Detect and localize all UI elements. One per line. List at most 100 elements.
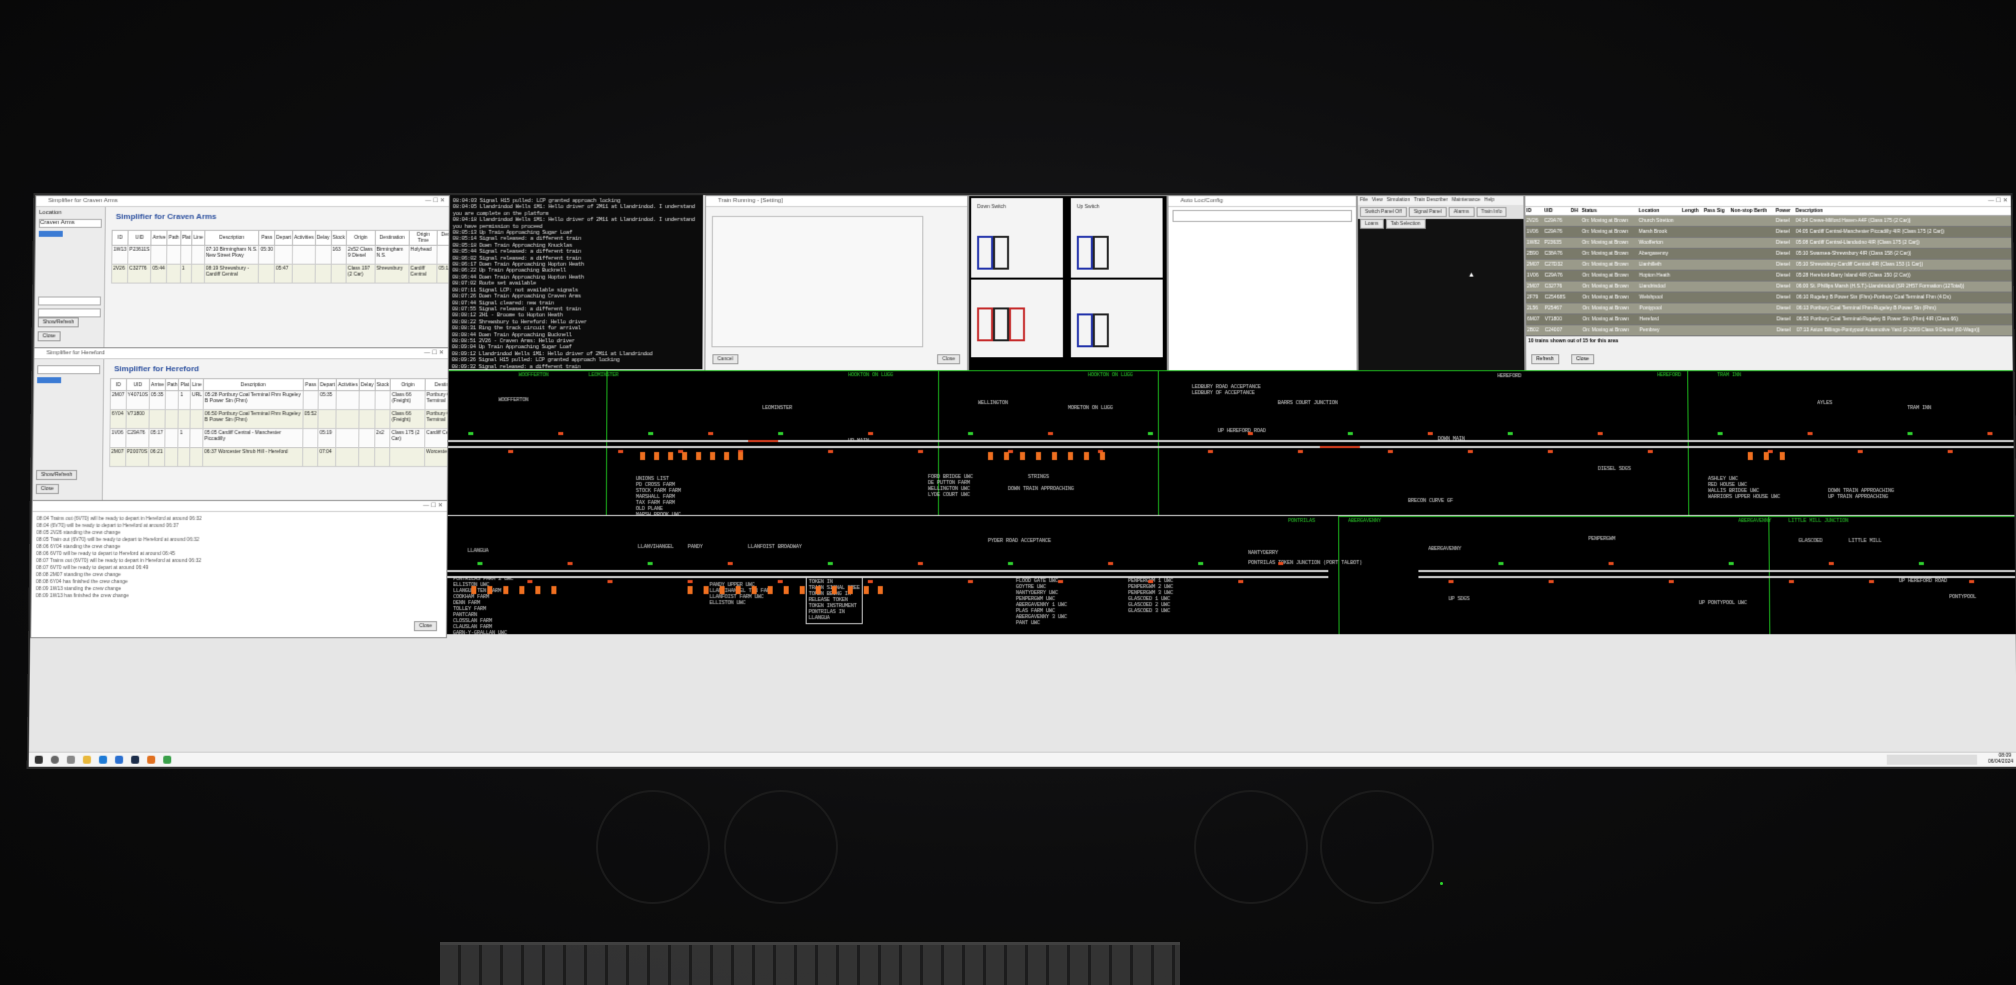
window-titlebar[interactable]: Simplifier for Hereford — ☐ ✕ bbox=[34, 348, 447, 359]
table-row[interactable]: 1W13 P23611S 07:10 Birmingham N.S. New Str… bbox=[112, 245, 450, 264]
signal-red[interactable] bbox=[527, 580, 532, 583]
column-header[interactable]: Pass Sig bbox=[1703, 207, 1730, 215]
token-instrument-red[interactable] bbox=[977, 307, 993, 341]
folder-icon[interactable] bbox=[83, 756, 91, 764]
table-row[interactable]: 1V06 C29A76 On: Moving at Brown Hopton Heat… bbox=[1526, 270, 2013, 281]
signal-red[interactable] bbox=[1388, 450, 1393, 453]
token-instrument-red[interactable] bbox=[1009, 307, 1025, 341]
show-refresh-button[interactable]: Show/Refresh bbox=[38, 317, 79, 327]
selected-option[interactable] bbox=[39, 231, 63, 237]
table-row[interactable]: 1W82 P23635 On: Moving at Brown Woofferton D… bbox=[1526, 237, 2013, 248]
cancel-button[interactable]: Cancel bbox=[712, 354, 738, 364]
token-instrument-blue[interactable] bbox=[1077, 313, 1093, 347]
signal-red[interactable] bbox=[1869, 580, 1874, 583]
signal-green[interactable] bbox=[468, 432, 473, 435]
column-header[interactable]: Origin bbox=[390, 379, 425, 391]
signal-green[interactable] bbox=[1348, 432, 1353, 435]
column-header[interactable]: UID bbox=[128, 230, 151, 245]
signal-red[interactable] bbox=[918, 450, 923, 453]
table-row[interactable]: 1V06 C29A76 05:17 1 05:05 Cardiff Central - … bbox=[110, 429, 449, 448]
signal-red[interactable] bbox=[968, 580, 973, 583]
window-titlebar[interactable]: — ☐ ✕ bbox=[1525, 196, 2012, 207]
toolbar-button[interactable]: Alarms bbox=[1449, 207, 1475, 217]
column-header[interactable]: Origin bbox=[346, 230, 375, 245]
signal-red[interactable] bbox=[1048, 432, 1053, 435]
clock-date[interactable]: 06/04/2024 bbox=[1988, 759, 2013, 765]
window-titlebar[interactable]: — ☐ ✕ bbox=[33, 501, 447, 512]
signal-red[interactable] bbox=[868, 580, 873, 583]
column-header[interactable]: Origin Time bbox=[409, 230, 437, 245]
signal-red[interactable] bbox=[618, 450, 623, 453]
location-select[interactable] bbox=[37, 365, 100, 374]
signal-red[interactable] bbox=[1108, 562, 1113, 565]
column-header[interactable]: Non-stop Berth bbox=[1730, 207, 1775, 215]
table-row[interactable]: 2B90 C38A76 On: Moving at Brown Abergavenny… bbox=[1526, 248, 2013, 259]
column-header[interactable]: Description bbox=[203, 379, 303, 391]
window-controls[interactable]: — ☐ ✕ bbox=[425, 196, 445, 206]
signal-red[interactable] bbox=[1468, 450, 1473, 453]
signal-red[interactable] bbox=[728, 562, 733, 565]
column-header[interactable]: Description bbox=[1794, 207, 2012, 215]
table-row[interactable]: 2L56 P25467 On: Moving at Brown Pontypool Di… bbox=[1526, 303, 2013, 314]
selected-option[interactable] bbox=[37, 377, 61, 383]
window-controls[interactable]: — ☐ ✕ bbox=[424, 348, 444, 358]
token-instrument-blue[interactable] bbox=[977, 236, 993, 270]
store-icon[interactable] bbox=[115, 756, 123, 764]
signal-red[interactable] bbox=[1669, 580, 1674, 583]
close-button[interactable]: Close bbox=[38, 331, 61, 341]
filter-field[interactable] bbox=[38, 297, 101, 306]
window-titlebar[interactable]: Simplifier for Craven Arms — ☐ ✕ bbox=[36, 196, 449, 207]
signal-red[interactable] bbox=[868, 432, 873, 435]
signal-green[interactable] bbox=[778, 432, 783, 435]
signal-red[interactable] bbox=[1789, 580, 1794, 583]
column-header[interactable]: Delay bbox=[315, 230, 331, 245]
dialog-titlebar[interactable]: Train Running - [Setting] bbox=[706, 196, 967, 207]
toolbar-button[interactable]: Switch Panel Off bbox=[1360, 207, 1407, 217]
table-row[interactable]: 1V06 C29A76 On: Moving at Brown Marsh Brook… bbox=[1526, 226, 2013, 237]
close-button[interactable]: Close bbox=[414, 621, 437, 631]
token-instrument-blue[interactable] bbox=[1077, 236, 1093, 270]
track-down-main[interactable] bbox=[1418, 570, 2015, 572]
signal-red[interactable] bbox=[1549, 580, 1554, 583]
table-row[interactable]: 6M07 V71800 On: Moving at Brown Hereford Die… bbox=[1526, 314, 2013, 325]
column-header[interactable]: Depart bbox=[318, 379, 336, 391]
table-row[interactable]: 2F79 C25468S On: Moving at Brown Welshpool D… bbox=[1526, 292, 2013, 303]
token-instrument-black[interactable] bbox=[1093, 236, 1109, 270]
down-switch-label[interactable]: Down Switch bbox=[977, 204, 1006, 210]
signal-red[interactable] bbox=[1969, 580, 1974, 583]
signal-red[interactable] bbox=[508, 450, 513, 453]
column-header[interactable]: Status bbox=[1581, 207, 1638, 215]
signal-green[interactable] bbox=[1198, 562, 1203, 565]
column-header[interactable]: ID bbox=[112, 230, 128, 245]
signal-red[interactable] bbox=[1058, 580, 1063, 583]
signal-red[interactable] bbox=[558, 432, 563, 435]
up-switch-label[interactable]: Up Switch bbox=[1077, 204, 1099, 210]
table-row[interactable]: 2V26 C32776 05:44 1 08:19 Shrewsbury - Cardi… bbox=[112, 264, 450, 283]
signal-red[interactable] bbox=[1609, 562, 1614, 565]
menu-item[interactable]: Train Describer bbox=[1414, 197, 1448, 203]
menu-item[interactable]: Help bbox=[1484, 197, 1494, 203]
steam-icon[interactable] bbox=[131, 756, 139, 764]
signal-red[interactable] bbox=[1987, 432, 1992, 435]
column-header[interactable]: Length bbox=[1681, 207, 1703, 215]
toolbar-button[interactable]: Train Info bbox=[1476, 207, 1507, 217]
signal-green[interactable] bbox=[1148, 432, 1153, 435]
column-header[interactable]: Path bbox=[166, 379, 179, 391]
column-header[interactable]: Power bbox=[1775, 207, 1795, 215]
column-header[interactable]: Destination bbox=[375, 230, 409, 245]
signal-green[interactable] bbox=[1498, 562, 1503, 565]
table-row[interactable]: 6Y04 V71800 06:50 Portbury Coal Terminal F… bbox=[110, 410, 449, 429]
table-row[interactable]: 2V26 C29A76 On: Moving at Brown Church Stre… bbox=[1525, 215, 2012, 226]
signal-red[interactable] bbox=[918, 562, 923, 565]
menu-item[interactable]: Simulation bbox=[1387, 197, 1410, 203]
signal-red[interactable] bbox=[1858, 450, 1863, 453]
signal-green[interactable] bbox=[1919, 562, 1924, 565]
close-button[interactable]: Close bbox=[1571, 354, 1594, 364]
signal-red[interactable] bbox=[1829, 562, 1834, 565]
dialog-titlebar[interactable]: Auto Loc/Config bbox=[1169, 196, 1356, 207]
signal-red[interactable] bbox=[608, 580, 613, 583]
signal-red[interactable] bbox=[1948, 450, 1953, 453]
column-header[interactable]: Arrive bbox=[150, 379, 166, 391]
signal-red[interactable] bbox=[1808, 432, 1813, 435]
app-icon[interactable] bbox=[147, 756, 155, 764]
